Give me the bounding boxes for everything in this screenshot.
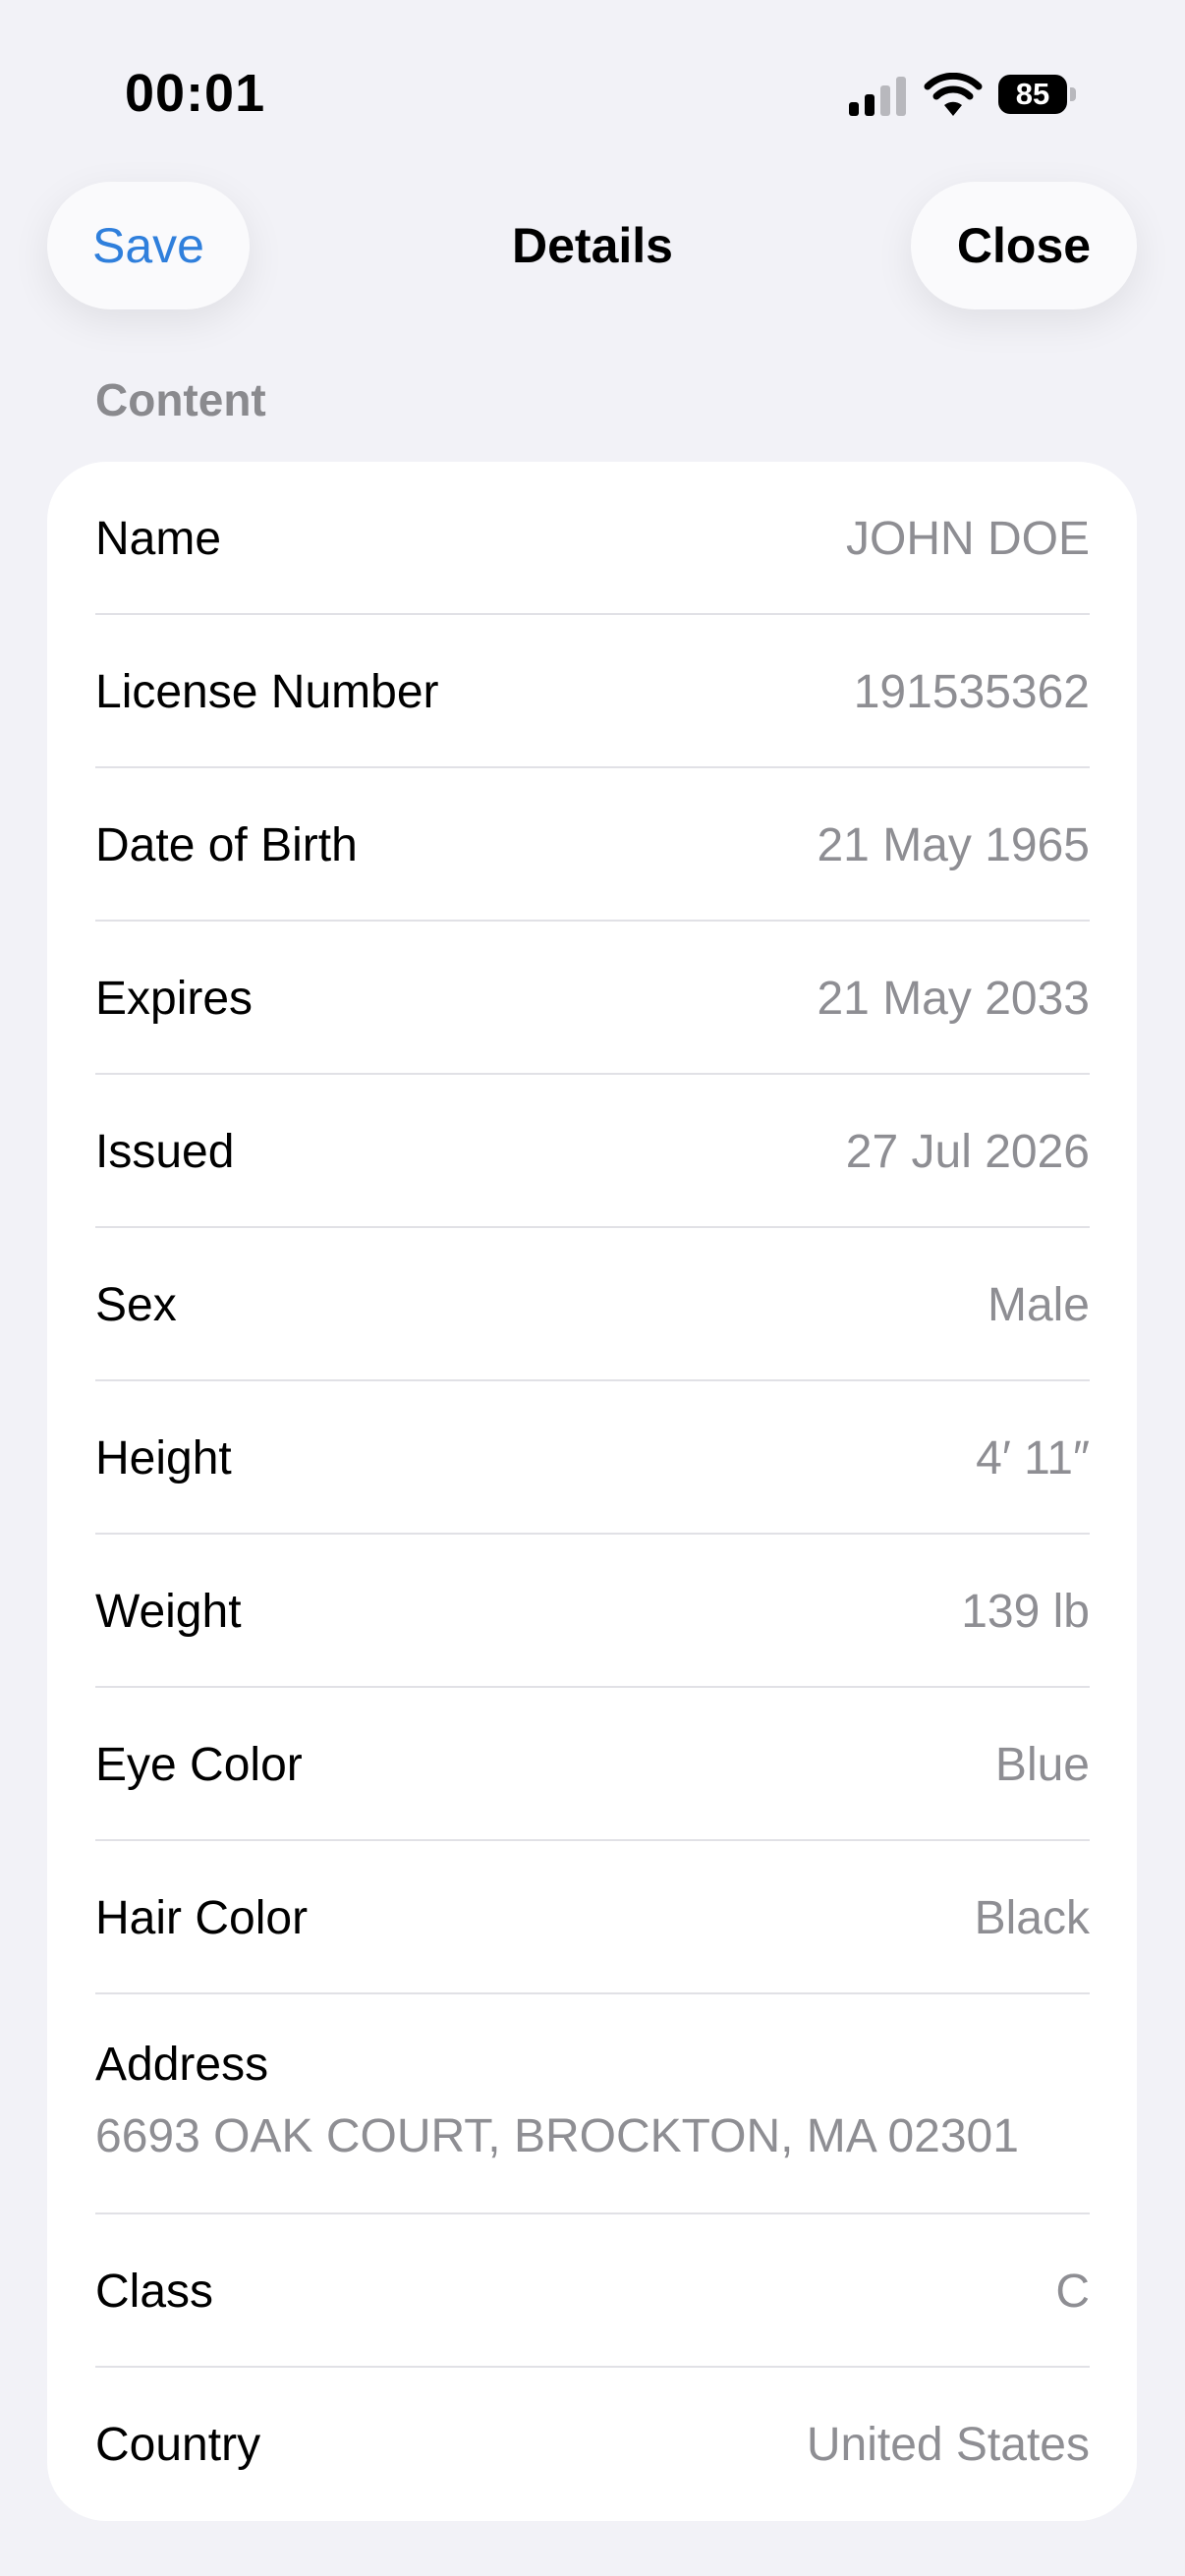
cellular-signal-icon	[849, 77, 906, 116]
details-card: Name JOHN DOE License Number 191535362 D…	[47, 462, 1137, 2521]
row-value: Male	[987, 1279, 1090, 1331]
row-value: JOHN DOE	[845, 513, 1090, 565]
battery-icon: 85	[998, 75, 1079, 114]
row-label: Expires	[95, 973, 254, 1025]
row-hair-color: Hair Color Black	[95, 1841, 1090, 1994]
row-class: Class C	[95, 2214, 1090, 2368]
row-value: Blue	[994, 1739, 1090, 1791]
row-label: Date of Birth	[95, 819, 358, 871]
row-label: Class	[95, 2266, 214, 2318]
row-value: United States	[806, 2419, 1090, 2471]
close-button[interactable]: Close	[911, 182, 1137, 309]
row-label: Name	[95, 513, 222, 565]
row-value: 139 lb	[961, 1586, 1090, 1638]
save-button[interactable]: Save	[47, 182, 250, 309]
row-label: Weight	[95, 1586, 242, 1638]
row-value: C	[1055, 2266, 1090, 2318]
row-value: Black	[974, 1892, 1090, 1944]
row-address: Address 6693 OAK COURT, BROCKTON, MA 023…	[95, 1994, 1090, 2214]
battery-level: 85	[998, 75, 1067, 114]
wifi-icon	[924, 73, 983, 116]
row-sex: Sex Male	[95, 1228, 1090, 1381]
row-country: Country United States	[95, 2368, 1090, 2521]
status-time: 00:01	[125, 64, 266, 123]
row-weight: Weight 139 lb	[95, 1535, 1090, 1688]
row-value: 27 Jul 2026	[845, 1126, 1090, 1178]
row-label: Issued	[95, 1126, 235, 1178]
row-name: Name JOHN DOE	[95, 462, 1090, 615]
row-value: 21 May 2033	[817, 973, 1090, 1025]
row-value: 6693 OAK COURT, BROCKTON, MA 02301	[95, 2110, 1019, 2162]
status-bar: 00:01 85	[0, 0, 1185, 187]
row-label: Height	[95, 1432, 232, 1484]
row-label: Sex	[95, 1279, 177, 1331]
row-value: 4′ 11″	[976, 1432, 1090, 1484]
row-expires: Expires 21 May 2033	[95, 922, 1090, 1075]
row-label: Hair Color	[95, 1892, 309, 1944]
row-label: Country	[95, 2419, 261, 2471]
navigation-bar: Details Save Close	[0, 182, 1185, 314]
row-height: Height 4′ 11″	[95, 1381, 1090, 1535]
row-issued: Issued 27 Jul 2026	[95, 1075, 1090, 1228]
row-label: Address	[95, 2039, 269, 2091]
row-label: License Number	[95, 666, 439, 718]
row-license-number: License Number 191535362	[95, 615, 1090, 768]
row-label: Eye Color	[95, 1739, 303, 1791]
battery-tip	[1070, 87, 1076, 101]
section-header: Content	[95, 374, 266, 425]
row-value: 191535362	[853, 666, 1090, 718]
row-value: 21 May 1965	[817, 819, 1090, 871]
row-date-of-birth: Date of Birth 21 May 1965	[95, 768, 1090, 922]
row-eye-color: Eye Color Blue	[95, 1688, 1090, 1841]
